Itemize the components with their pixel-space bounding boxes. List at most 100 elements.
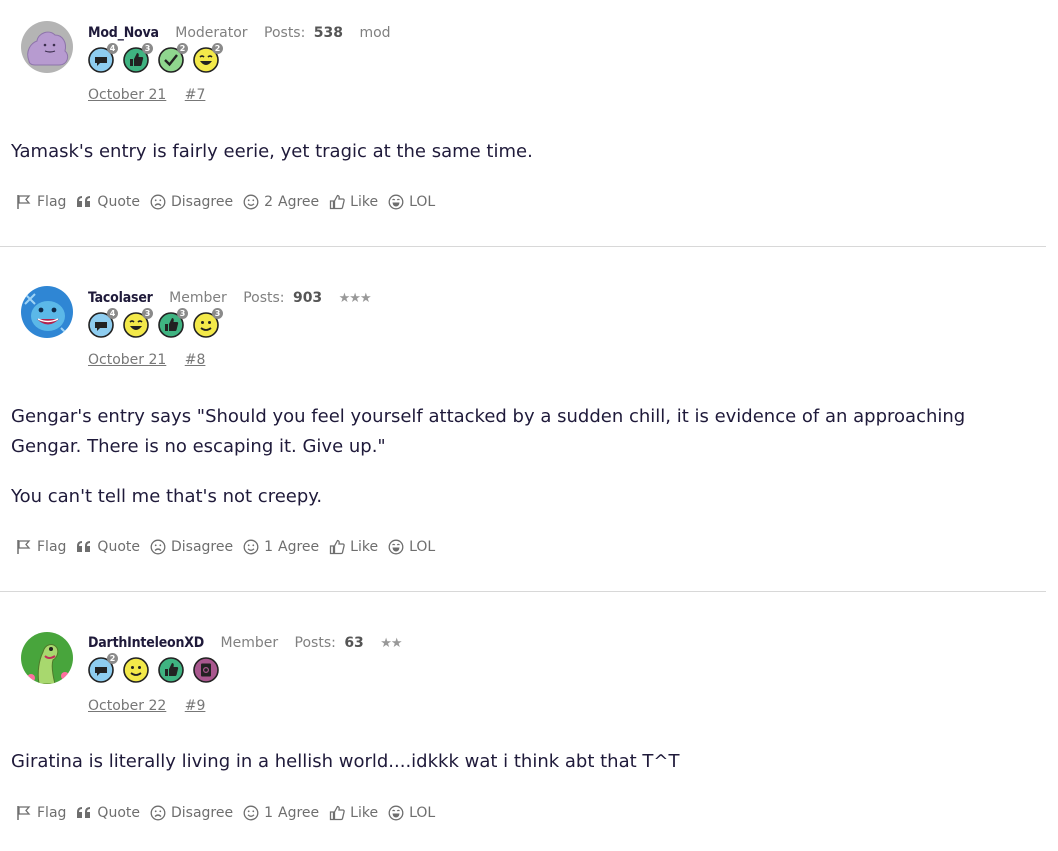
- post-content: Giratina is literally living in a hellis…: [11, 747, 1041, 777]
- post-paragraph: Giratina is literally living in a hellis…: [11, 751, 680, 772]
- posts-count: 63: [344, 635, 364, 651]
- badge-count: 2: [107, 653, 118, 664]
- agree-label: Agree: [278, 805, 320, 821]
- disagree-label: Disagree: [170, 805, 234, 821]
- like-badge-icon[interactable]: [158, 657, 184, 683]
- username[interactable]: Mod_Nova: [88, 25, 159, 41]
- agree-button[interactable]: 2 Agree: [243, 194, 319, 210]
- like-badge-icon[interactable]: 3: [123, 43, 153, 73]
- post-dateline: October 21 #7: [88, 87, 205, 103]
- smile-badge-icon[interactable]: [123, 657, 149, 683]
- post-9: DarthInteleonXD Member Posts: 63 ★★ 2 Oc…: [0, 592, 1046, 851]
- agree-button[interactable]: 1 Agree: [243, 539, 319, 555]
- post-number-link[interactable]: #7: [185, 87, 206, 103]
- disagree-label: Disagree: [170, 194, 234, 210]
- post-paragraph: Yamask's entry is fairly eerie, yet trag…: [11, 141, 533, 162]
- like-icon: [330, 539, 345, 555]
- user-role: Member: [220, 635, 279, 651]
- rank-stars: ★★: [380, 636, 402, 651]
- quote-label: Quote: [97, 805, 140, 821]
- post-paragraph: Gengar's entry says "Should you feel you…: [11, 406, 966, 457]
- like-icon: [330, 194, 345, 210]
- like-label: Like: [350, 194, 379, 210]
- lol-label: LOL: [409, 539, 436, 555]
- quote-icon: [77, 196, 91, 207]
- posts-count: 538: [313, 25, 344, 41]
- comment-badge-icon[interactable]: 4: [88, 43, 118, 73]
- badge-count: 2: [177, 43, 188, 54]
- badge-count: 4: [107, 43, 118, 54]
- disagree-label: Disagree: [170, 539, 234, 555]
- post-actions: Flag Quote Disagree 1 Agree Like LOL: [16, 805, 445, 821]
- lol-icon: [388, 805, 404, 821]
- disagree-icon: [150, 194, 166, 210]
- badges: 4 3 3 3: [88, 308, 228, 340]
- post-date-link[interactable]: October 21: [88, 87, 166, 103]
- username[interactable]: Tacolaser: [88, 290, 153, 306]
- post-content: Gengar's entry says "Should you feel you…: [11, 402, 1041, 512]
- posts-count: 903: [292, 290, 323, 306]
- like-button[interactable]: Like: [329, 539, 378, 555]
- flag-icon: [17, 195, 31, 209]
- post-number-link[interactable]: #8: [185, 352, 206, 368]
- laugh-badge-icon[interactable]: 3: [123, 308, 153, 338]
- smile-badge-icon[interactable]: 3: [193, 308, 223, 338]
- mod-tag: mod: [359, 25, 391, 41]
- agree-icon: [243, 194, 259, 210]
- post-date-link[interactable]: October 22: [88, 698, 166, 714]
- lol-icon: [388, 194, 404, 210]
- lol-button[interactable]: LOL: [388, 805, 435, 821]
- posts-label: Posts:: [243, 290, 285, 306]
- flag-icon: [17, 540, 31, 554]
- post-dateline: October 21 #8: [88, 352, 205, 368]
- quote-label: Quote: [97, 194, 140, 210]
- username[interactable]: DarthInteleonXD: [88, 635, 204, 651]
- user-role: Member: [169, 290, 227, 306]
- disagree-button[interactable]: Disagree: [150, 539, 233, 555]
- disagree-button[interactable]: Disagree: [150, 194, 233, 210]
- avatar[interactable]: [21, 632, 73, 684]
- post-paragraph: You can't tell me that's not creepy.: [11, 486, 323, 507]
- comment-badge-icon[interactable]: 2: [88, 653, 118, 683]
- like-badge-icon[interactable]: 3: [158, 308, 188, 338]
- check-badge-icon[interactable]: 2: [158, 43, 188, 73]
- badge-count: 3: [142, 43, 153, 54]
- flag-label: Flag: [37, 539, 67, 555]
- post-7: Mod_Nova Moderator Posts: 538 mod 4 3 2 …: [0, 0, 1046, 246]
- avatar[interactable]: [21, 286, 73, 338]
- post-actions: Flag Quote Disagree 1 Agree Like LOL: [16, 539, 445, 555]
- quote-button[interactable]: Quote: [76, 194, 140, 210]
- user-role: Moderator: [175, 25, 248, 41]
- flag-button[interactable]: Flag: [16, 539, 66, 555]
- flag-label: Flag: [37, 194, 67, 210]
- lol-button[interactable]: LOL: [388, 539, 435, 555]
- like-button[interactable]: Like: [329, 805, 378, 821]
- post-date-link[interactable]: October 21: [88, 352, 166, 368]
- notebook-badge-icon[interactable]: [193, 657, 219, 683]
- disagree-icon: [150, 805, 166, 821]
- disagree-button[interactable]: Disagree: [150, 805, 233, 821]
- laugh-badge-icon[interactable]: 2: [193, 43, 223, 73]
- comment-badge-icon[interactable]: 4: [88, 308, 118, 338]
- post-8: Tacolaser Member Posts: 903 ★★★ 4 3 3 3: [0, 247, 1046, 591]
- quote-icon: [77, 807, 91, 818]
- agree-icon: [243, 805, 259, 821]
- agree-label: Agree: [278, 194, 320, 210]
- post-dateline: October 22 #9: [88, 698, 205, 714]
- lol-label: LOL: [409, 194, 436, 210]
- post-number-link[interactable]: #9: [185, 698, 206, 714]
- flag-button[interactable]: Flag: [16, 194, 66, 210]
- quote-label: Quote: [97, 539, 140, 555]
- quote-button[interactable]: Quote: [76, 539, 140, 555]
- badges: 2: [88, 653, 228, 685]
- avatar[interactable]: [21, 21, 73, 73]
- badge-count: 2: [212, 43, 223, 54]
- quote-button[interactable]: Quote: [76, 805, 140, 821]
- lol-icon: [388, 539, 404, 555]
- agree-button[interactable]: 1 Agree: [243, 805, 319, 821]
- lol-button[interactable]: LOL: [388, 194, 435, 210]
- badge-count: 3: [177, 308, 188, 319]
- like-button[interactable]: Like: [329, 194, 378, 210]
- flag-button[interactable]: Flag: [16, 805, 66, 821]
- user-meta: Tacolaser Member Posts: 903 ★★★: [88, 290, 372, 306]
